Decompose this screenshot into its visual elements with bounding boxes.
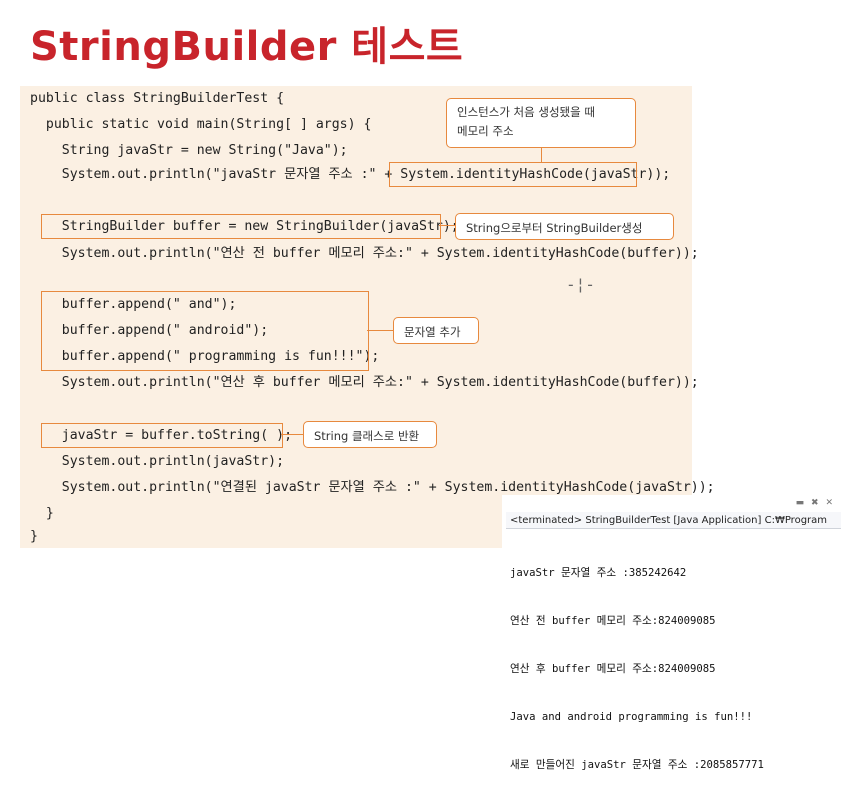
code-line-close-method: } xyxy=(30,506,54,521)
minimize-icon[interactable]: ▬ xyxy=(796,498,807,508)
callout-memory-address: 인스턴스가 처음 생성됐을 때 메모리 주소 xyxy=(446,98,636,148)
highlight-identity-hash xyxy=(389,162,637,187)
callout-append-string: 문자열 추가 xyxy=(393,317,479,344)
code-line-java-str: String javaStr = new String("Java"); xyxy=(30,143,348,158)
console-line: Java and android programming is fun!!! xyxy=(510,711,753,723)
callout-to-string: String 클래스로 반환 xyxy=(303,421,437,448)
callout-memory-line1: 인스턴스가 처음 생성됐을 때 xyxy=(457,105,595,119)
console-output: javaStr 문자열 주소 :385242642 연산 전 buffer 메모… xyxy=(510,533,764,805)
console-header: <terminated> StringBuilderTest [Java App… xyxy=(506,512,841,529)
connector-memory xyxy=(541,147,543,163)
console-line: javaStr 문자열 주소 :385242642 xyxy=(510,567,687,579)
callout-memory-line2: 메모리 주소 xyxy=(457,124,514,138)
console-line: 연산 전 buffer 메모리 주소:824009085 xyxy=(510,615,716,627)
connector-append xyxy=(367,330,393,332)
connector-to-string xyxy=(281,434,303,436)
console-line: 새로 만들어진 javaStr 문자열 주소 :2085857771 xyxy=(510,759,764,771)
code-line-print-java-str-2: System.out.println(javaStr); xyxy=(30,454,285,469)
code-line-main-decl: public static void main(String[ ] args) … xyxy=(30,117,372,132)
console-panel: ▬ ✖ ✕ <terminated> StringBuilderTest [Ja… xyxy=(502,495,841,771)
highlight-to-string xyxy=(41,423,283,448)
code-line-print-before: System.out.println("연산 전 buffer 메모리 주소:"… xyxy=(30,246,699,261)
mouse-cursor-icon: -¦- xyxy=(566,275,595,294)
console-toolbar[interactable]: ▬ ✖ ✕ xyxy=(796,498,835,508)
remove-icon[interactable]: ✕ xyxy=(825,498,835,508)
page-title: StringBuilder 테스트 xyxy=(30,24,464,70)
code-line-print-after: System.out.println("연산 후 buffer 메모리 주소:"… xyxy=(30,375,699,390)
highlight-append-block xyxy=(41,291,369,371)
highlight-builder-create xyxy=(41,214,441,239)
close-icon[interactable]: ✖ xyxy=(811,498,821,508)
code-line-class-decl: public class StringBuilderTest { xyxy=(30,91,285,106)
connector-create xyxy=(439,225,455,227)
console-line: 연산 후 buffer 메모리 주소:824009085 xyxy=(510,663,716,675)
code-line-close-class: } xyxy=(30,529,38,544)
callout-create-builder: String으로부터 StringBuilder생성 xyxy=(455,213,674,240)
